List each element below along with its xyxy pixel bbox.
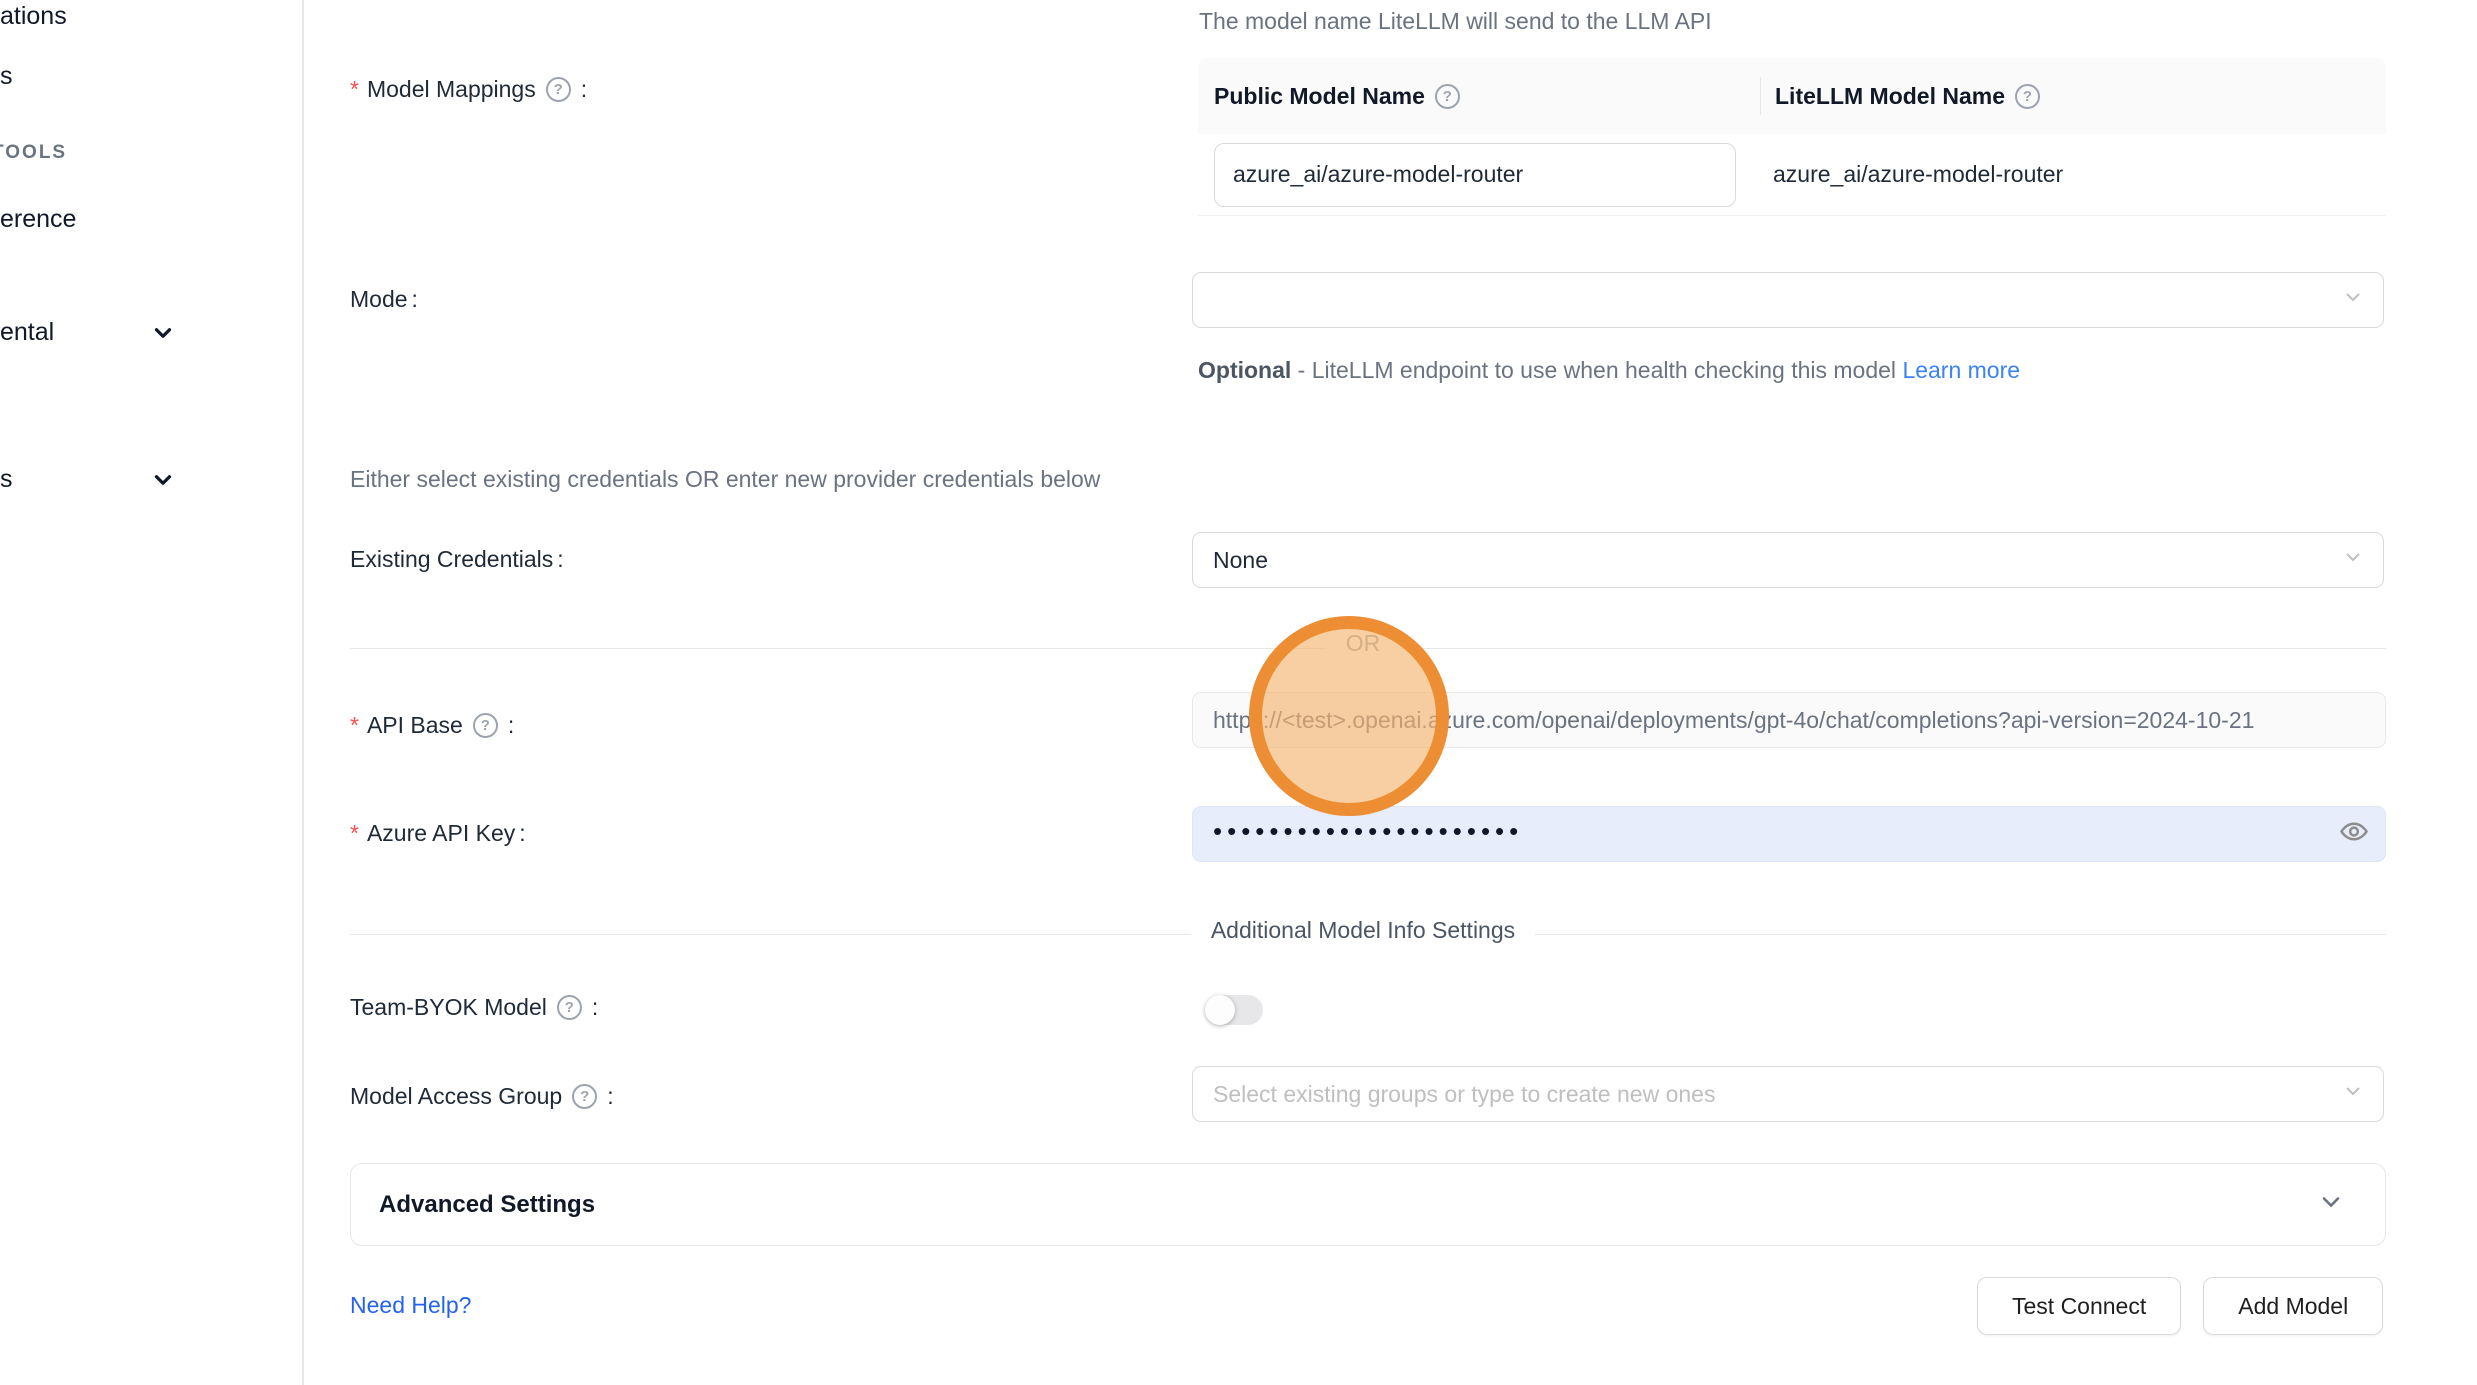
credentials-note: Either select existing credentials OR en… <box>350 466 1100 493</box>
sidebar-item-organizations[interactable]: ations <box>0 2 67 31</box>
eye-icon[interactable] <box>2339 817 2369 852</box>
learn-more-link[interactable]: Learn more <box>1902 357 2020 383</box>
model-access-group-select[interactable]: Select existing groups or type to create… <box>1192 1066 2384 1122</box>
test-connect-button[interactable]: Test Connect <box>1977 1277 2181 1335</box>
model-access-group-label: Model Access Group ? : <box>350 1083 614 1110</box>
toggle-knob <box>1205 995 1235 1025</box>
table-header-row: Public Model Name ? LiteLLM Model Name ? <box>1198 58 2386 134</box>
chevron-down-icon <box>2341 1079 2365 1109</box>
mode-help-text: Optional - LiteLLM endpoint to use when … <box>1198 350 2028 390</box>
required-asterisk: * <box>350 712 359 739</box>
or-divider-text: OR <box>1326 630 1401 657</box>
masked-password-value: •••••••••••••••••••••• <box>1213 818 1523 844</box>
table-row: azure_ai/azure-model-router <box>1198 134 2386 216</box>
litellm-model-name-value: azure_ai/azure-model-router <box>1736 161 2063 188</box>
chevron-down-icon <box>2317 1188 2345 1221</box>
sidebar-item-settings[interactable]: s <box>0 465 13 494</box>
public-model-name-input[interactable] <box>1214 143 1736 207</box>
team-byok-label: Team-BYOK Model ? : <box>350 994 598 1021</box>
advanced-settings-panel[interactable]: Advanced Settings <box>350 1163 2386 1246</box>
azure-api-key-label: * Azure API Key : <box>350 820 526 847</box>
api-base-label: * API Base ? : <box>350 712 514 739</box>
column-header-litellm-model-name: LiteLLM Model Name ? <box>1761 83 2046 110</box>
form-actions: Test Connect Add Model <box>1977 1277 2383 1335</box>
select-placeholder: Select existing groups or type to create… <box>1213 1081 1715 1108</box>
chevron-down-icon[interactable] <box>150 467 176 498</box>
help-icon[interactable]: ? <box>572 1084 597 1109</box>
chevron-down-icon <box>2341 545 2365 575</box>
sidebar-item-experimental[interactable]: ental <box>0 318 54 347</box>
add-model-page: ations s TOOLS erence ental s The model … <box>0 0 2477 1385</box>
api-base-input[interactable]: https://<test>.openai.azure.com/openai/d… <box>1192 692 2386 748</box>
model-name-help-text: The model name LiteLLM will send to the … <box>1199 8 1712 35</box>
chevron-down-icon[interactable] <box>150 320 176 351</box>
advanced-settings-title: Advanced Settings <box>379 1191 2317 1219</box>
help-icon[interactable]: ? <box>2015 84 2040 109</box>
sidebar-divider <box>302 0 304 1385</box>
sidebar-section-tools: TOOLS <box>0 142 67 164</box>
need-help-link[interactable]: Need Help? <box>350 1292 471 1319</box>
mode-select[interactable] <box>1192 272 2384 328</box>
add-model-button[interactable]: Add Model <box>2203 1277 2383 1335</box>
team-byok-toggle[interactable] <box>1205 995 1263 1025</box>
model-mappings-table: Public Model Name ? LiteLLM Model Name ?… <box>1198 58 2386 216</box>
help-icon[interactable]: ? <box>557 995 582 1020</box>
chevron-down-icon <box>2341 285 2365 315</box>
help-icon[interactable]: ? <box>546 77 571 102</box>
sidebar-item[interactable]: s <box>0 62 13 91</box>
help-icon[interactable]: ? <box>473 713 498 738</box>
mode-label: Mode : <box>350 286 418 313</box>
required-asterisk: * <box>350 76 359 103</box>
model-mappings-label: * Model Mappings ? : <box>350 76 587 103</box>
help-icon[interactable]: ? <box>1435 84 1460 109</box>
sidebar-item-inference[interactable]: erence <box>0 205 76 234</box>
existing-credentials-select[interactable]: None <box>1192 532 2384 588</box>
existing-credentials-label: Existing Credentials : <box>350 546 564 573</box>
required-asterisk: * <box>350 820 359 847</box>
section-divider-text: Additional Model Info Settings <box>1191 917 1535 944</box>
column-header-public-model-name: Public Model Name ? <box>1198 83 1760 110</box>
azure-api-key-input[interactable]: •••••••••••••••••••••• <box>1192 806 2386 862</box>
